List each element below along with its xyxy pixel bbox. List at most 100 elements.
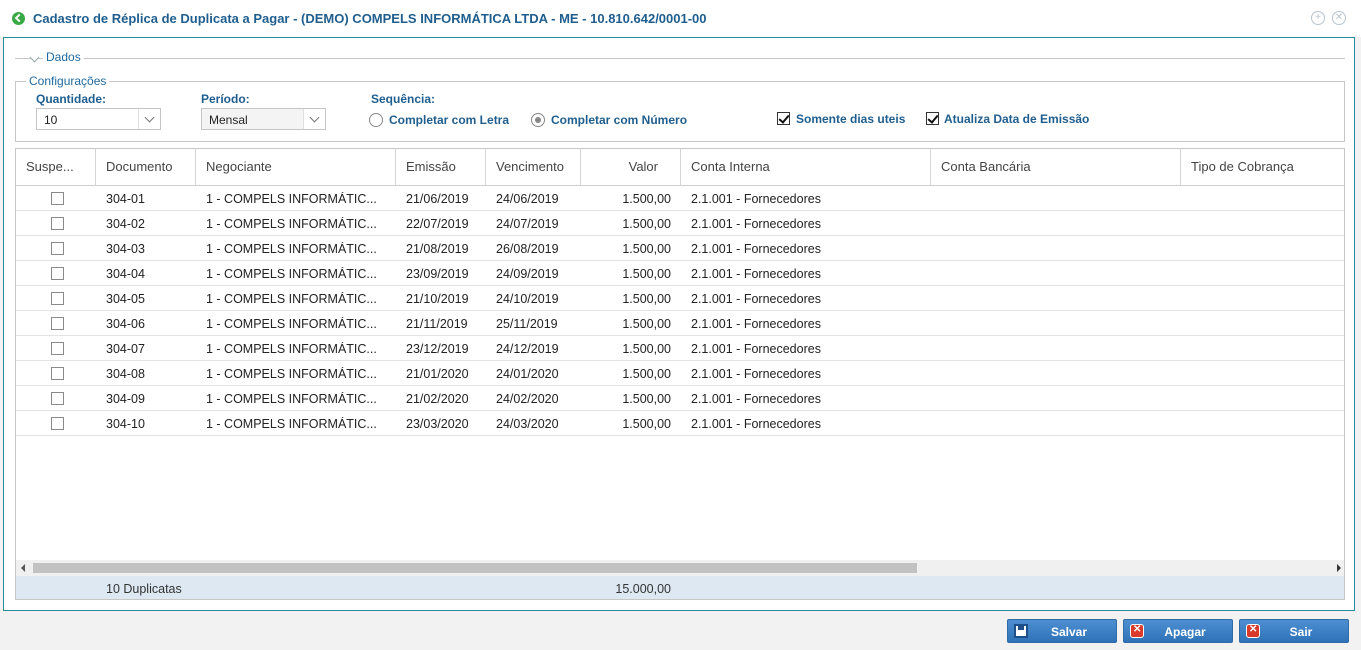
- radio-completar-numero[interactable]: [531, 113, 545, 127]
- row-suspenso-checkbox[interactable]: [51, 317, 64, 330]
- table-row[interactable]: 304-04 1 - COMPELS INFORMÁTIC... 23/09/201…: [16, 261, 1344, 286]
- cell-valor: 1.500,00: [622, 367, 671, 381]
- table-row[interactable]: 304-07 1 - COMPELS INFORMÁTIC... 23/12/201…: [16, 336, 1344, 361]
- quantidade-label: Quantidade:: [36, 92, 107, 106]
- row-suspenso-checkbox[interactable]: [51, 267, 64, 280]
- column-header-emissao[interactable]: Emissão: [396, 149, 486, 185]
- footer-total: 15.000,00: [615, 582, 671, 596]
- close-icon[interactable]: ✕: [1332, 11, 1346, 25]
- cell-valor: 1.500,00: [622, 392, 671, 406]
- row-suspenso-checkbox[interactable]: [51, 217, 64, 230]
- radio-completar-letra[interactable]: [369, 113, 383, 127]
- table-row[interactable]: 304-01 1 - COMPELS INFORMÁTIC... 21/06/201…: [16, 186, 1344, 211]
- section-divider: [15, 58, 1345, 59]
- table-row[interactable]: 304-09 1 - COMPELS INFORMÁTIC... 21/02/202…: [16, 386, 1344, 411]
- cell-valor: 1.500,00: [622, 192, 671, 206]
- table-row[interactable]: 304-05 1 - COMPELS INFORMÁTIC... 21/10/201…: [16, 286, 1344, 311]
- column-header-conta-bancaria[interactable]: Conta Bancária: [931, 149, 1181, 185]
- column-header-valor[interactable]: Valor: [581, 149, 681, 185]
- cell-documento: 304-02: [106, 217, 145, 231]
- cell-documento: 304-01: [106, 192, 145, 206]
- window-title: Cadastro de Réplica de Duplicata a Pagar…: [33, 11, 707, 26]
- cell-negociante: 1 - COMPELS INFORMÁTIC...: [206, 292, 377, 306]
- row-suspenso-checkbox[interactable]: [51, 367, 64, 380]
- cell-documento: 304-09: [106, 392, 145, 406]
- duplicatas-grid: Suspe... Documento Negociante Emissão Ve…: [15, 148, 1345, 600]
- cell-conta-interna: 2.1.001 - Fornecedores: [691, 217, 821, 231]
- checkbox-somente-dias-uteis-label[interactable]: Somente dias uteis: [796, 112, 905, 126]
- cell-negociante: 1 - COMPELS INFORMÁTIC...: [206, 267, 377, 281]
- row-suspenso-checkbox[interactable]: [51, 342, 64, 355]
- cell-negociante: 1 - COMPELS INFORMÁTIC...: [206, 392, 377, 406]
- column-header-tipo-cobranca[interactable]: Tipo de Cobrança: [1181, 149, 1344, 185]
- cell-valor: 1.500,00: [622, 317, 671, 331]
- row-suspenso-checkbox[interactable]: [51, 417, 64, 430]
- back-arrow-icon[interactable]: [12, 12, 25, 25]
- table-row[interactable]: 304-06 1 - COMPELS INFORMÁTIC... 21/11/201…: [16, 311, 1344, 336]
- cell-documento: 304-10: [106, 417, 145, 431]
- column-header-negociante[interactable]: Negociante: [196, 149, 396, 185]
- cell-vencimento: 24/03/2020: [496, 417, 559, 431]
- checkbox-somente-dias-uteis[interactable]: [777, 112, 790, 125]
- column-header-suspenso[interactable]: Suspe...: [16, 149, 96, 185]
- cell-conta-interna: 2.1.001 - Fornecedores: [691, 292, 821, 306]
- cell-valor: 1.500,00: [622, 342, 671, 356]
- quantidade-value: 10: [44, 113, 58, 127]
- main-panel: Dados Configurações Quantidade: 10 Perío…: [3, 37, 1355, 611]
- row-suspenso-checkbox[interactable]: [51, 242, 64, 255]
- checkbox-atualiza-data-emissao[interactable]: [926, 112, 939, 125]
- column-header-conta-interna[interactable]: Conta Interna: [681, 149, 931, 185]
- cell-emissao: 23/09/2019: [406, 267, 469, 281]
- periodo-select[interactable]: Mensal: [201, 108, 326, 130]
- table-row[interactable]: 304-02 1 - COMPELS INFORMÁTIC... 22/07/201…: [16, 211, 1344, 236]
- radio-completar-numero-label[interactable]: Completar com Número: [551, 113, 687, 127]
- cell-conta-interna: 2.1.001 - Fornecedores: [691, 317, 821, 331]
- checkbox-atualiza-data-emissao-label[interactable]: Atualiza Data de Emissão: [944, 112, 1089, 126]
- cell-valor: 1.500,00: [622, 292, 671, 306]
- table-row[interactable]: 304-08 1 - COMPELS INFORMÁTIC... 21/01/202…: [16, 361, 1344, 386]
- window-titlebar: Cadastro de Réplica de Duplicata a Pagar…: [0, 0, 1361, 37]
- cell-valor: 1.500,00: [622, 417, 671, 431]
- cell-emissao: 22/07/2019: [406, 217, 469, 231]
- cell-vencimento: 24/12/2019: [496, 342, 559, 356]
- cell-emissao: 21/10/2019: [406, 292, 469, 306]
- exit-button-label: Sair: [1289, 625, 1313, 639]
- column-header-documento[interactable]: Documento: [96, 149, 196, 185]
- cell-negociante: 1 - COMPELS INFORMÁTIC...: [206, 367, 377, 381]
- table-row[interactable]: 304-03 1 - COMPELS INFORMÁTIC... 21/08/201…: [16, 236, 1344, 261]
- grid-header: Suspe... Documento Negociante Emissão Ve…: [16, 149, 1344, 186]
- radio-completar-letra-label[interactable]: Completar com Letra: [389, 113, 509, 127]
- cell-conta-interna: 2.1.001 - Fornecedores: [691, 392, 821, 406]
- cell-negociante: 1 - COMPELS INFORMÁTIC...: [206, 192, 377, 206]
- row-suspenso-checkbox[interactable]: [51, 392, 64, 405]
- row-suspenso-checkbox[interactable]: [51, 192, 64, 205]
- cell-vencimento: 24/06/2019: [496, 192, 559, 206]
- section-title-dados[interactable]: Dados: [43, 50, 84, 64]
- config-fieldset: Configurações Quantidade: 10 Período: Me…: [15, 74, 1345, 142]
- config-legend: Configurações: [26, 74, 110, 88]
- expand-icon[interactable]: +: [1311, 11, 1325, 25]
- delete-button-label: Apagar: [1164, 625, 1206, 639]
- table-row[interactable]: 304-10 1 - COMPELS INFORMÁTIC... 23/03/202…: [16, 411, 1344, 436]
- quantidade-select[interactable]: 10: [36, 108, 161, 130]
- save-button[interactable]: Salvar: [1007, 619, 1117, 643]
- chevron-down-icon[interactable]: [303, 109, 325, 129]
- scroll-left-icon[interactable]: [21, 564, 25, 572]
- cell-conta-interna: 2.1.001 - Fornecedores: [691, 242, 821, 256]
- cell-emissao: 23/12/2019: [406, 342, 469, 356]
- scroll-right-icon[interactable]: [1337, 564, 1341, 572]
- chevron-down-icon[interactable]: [138, 109, 160, 129]
- cell-documento: 304-08: [106, 367, 145, 381]
- delete-button[interactable]: Apagar: [1123, 619, 1233, 643]
- horizontal-scrollbar[interactable]: [16, 560, 1344, 576]
- scrollbar-thumb[interactable]: [33, 563, 917, 573]
- column-header-vencimento[interactable]: Vencimento: [486, 149, 581, 185]
- cell-conta-interna: 2.1.001 - Fornecedores: [691, 192, 821, 206]
- row-suspenso-checkbox[interactable]: [51, 292, 64, 305]
- cell-emissao: 21/08/2019: [406, 242, 469, 256]
- cell-vencimento: 24/09/2019: [496, 267, 559, 281]
- cell-conta-interna: 2.1.001 - Fornecedores: [691, 367, 821, 381]
- cell-negociante: 1 - COMPELS INFORMÁTIC...: [206, 317, 377, 331]
- exit-button[interactable]: Sair: [1239, 619, 1349, 643]
- chevron-down-icon[interactable]: [29, 52, 40, 63]
